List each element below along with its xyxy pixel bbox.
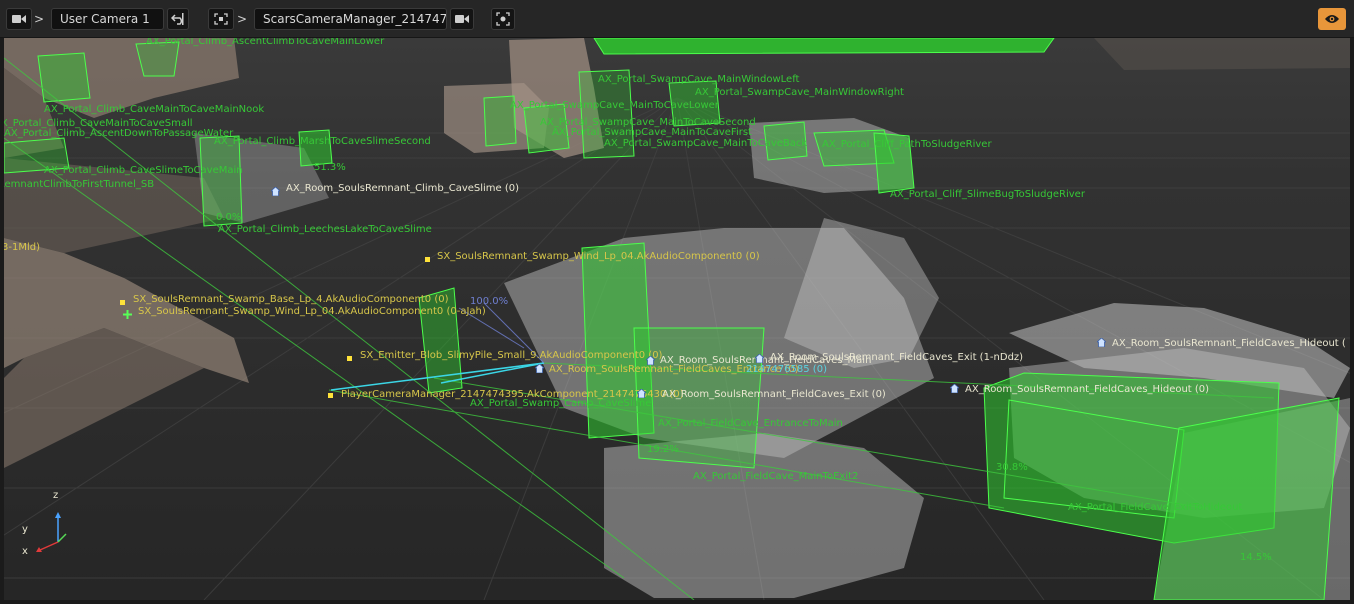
percent-label: 14.5% [1240, 552, 1272, 563]
portal-label: AX_Portal_Cliff_SlimeBugToSludgeRiver [890, 189, 1085, 200]
room-label: AX_Room_SoulsRemnant_FieldCaves_Hideout … [1112, 338, 1346, 349]
viewport-toolbar: > User Camera 1 > ScarsCameraManager_214… [0, 0, 1354, 38]
percent-label: 51.3% [314, 162, 346, 173]
undo-icon [171, 13, 184, 25]
audio-node-icon[interactable] [326, 385, 335, 398]
frame-select-button[interactable] [208, 8, 234, 30]
room-node-icon[interactable] [753, 348, 766, 364]
audio-label: SX_SoulsRemnant_Swamp_Base_Lp_4.AkAudioC… [133, 294, 449, 305]
portal-label: AX_Portal_FieldCave_ExitToHideout [1068, 502, 1243, 513]
axis-z-label: z [53, 490, 59, 501]
room-label: AX_Room_SoulsRemnant_Climb_CaveSlime (0) [286, 183, 520, 194]
side-id-label: 3-1Mld) [4, 242, 40, 253]
camera-select-button[interactable] [6, 8, 32, 30]
chevron-right-icon: > [33, 12, 45, 26]
room-node-icon[interactable] [1095, 332, 1108, 348]
axis-gizmo: z y x [22, 490, 76, 560]
frame-icon [214, 13, 228, 25]
reset-camera-button[interactable] [167, 8, 189, 30]
room-label: AX_Room_SoulsRemnant_FieldCaves_Hideout … [965, 384, 1210, 395]
portal-label: AX_Portal_Climb_AscentDownToPassageWater [4, 128, 234, 139]
room-node-icon[interactable] [948, 378, 961, 394]
audio-label: SX_SoulsRemnant_Swamp_Wind_Lp_04.AkAudio… [437, 251, 760, 262]
portal-label: AX_Portal_Climb_LeechesLakeToCaveSlime [218, 224, 432, 235]
room-node-icon[interactable] [635, 383, 648, 399]
percent-label: 0.0% [216, 212, 242, 223]
audio-label: SX_Emitter_Blob_SlimyPile_Small_9.AkAudi… [360, 350, 663, 361]
portal-label: RemnantClimbToFirstTunnel_SB [4, 179, 155, 190]
portal-label: AX_Portal_Swamp_Camp_CaveSlime [470, 398, 652, 409]
percent-label: 19.2% [647, 444, 679, 455]
chevron-right-icon: > [236, 12, 248, 26]
portal-label: AX_Portal_Climb_CaveMainToCaveMainNook [44, 104, 265, 115]
portal-label: AX_Portal_FieldCave_EntranceToMain [658, 418, 843, 429]
visibility-toggle-button[interactable] [1318, 8, 1346, 30]
focus-icon [496, 12, 510, 26]
camera-manager-field[interactable]: ScarsCameraManager_21474765... [254, 8, 447, 30]
percent-label: 30.8% [996, 462, 1028, 473]
eye-icon [1325, 15, 1339, 23]
room-node-icon[interactable] [269, 181, 282, 197]
percent-label: 100.0% [470, 296, 509, 307]
portal-label: AX_Portal_Climb_AscentClimbToCaveMainLow… [146, 38, 385, 47]
portal-label: AX_Portal_Cliff_PathToSludgeRiver [822, 139, 992, 150]
3d-viewport[interactable]: AX_Portal_Climb_AscentClimbToCaveMainLow… [4, 38, 1350, 600]
audio-node-icon[interactable] [118, 292, 127, 305]
portal-label: AX_Portal_FieldCave_MainToExit2 [693, 471, 859, 482]
portal-label: AX_Portal_SwampCave_MainWindowRight [695, 87, 904, 98]
focus-button[interactable] [491, 8, 515, 30]
room-node-icon[interactable] [644, 350, 657, 366]
audio-node-icon[interactable] [345, 348, 354, 361]
camera-name-field[interactable]: User Camera 1 [51, 8, 164, 30]
id-label: 2147476585 (0) [746, 364, 827, 375]
record-camera-icon [455, 15, 469, 23]
audio-label: SX_SoulsRemnant_Swamp_Wind_Lp_04.AkAudio… [138, 306, 486, 317]
audio-node-icon[interactable] [123, 304, 132, 319]
portal-label: AX_Portal_SwampCave_MainToCaveBack [604, 138, 808, 149]
axis-x-label: x [22, 546, 28, 557]
room-node-icon[interactable] [533, 358, 546, 374]
portal-label: AX_Portal_SwampCave_MainToCaveLower [510, 100, 719, 111]
audio-node-icon[interactable] [423, 249, 432, 262]
video-camera-icon [12, 15, 26, 23]
portal-label: AX_Portal_SwampCave_MainWindowLeft [598, 74, 800, 85]
portal-label: AX_Portal_Climb_CaveSlimeToCaveMain [44, 165, 243, 176]
axis-y-label: y [22, 524, 28, 535]
room-label: AX_Room_SoulsRemnant_FieldCaves_Exit (1-… [770, 352, 1024, 363]
pilot-camera-button[interactable] [450, 8, 474, 30]
portal-label: AX_Portal_Climb_MarshToCaveSlimeSecond [214, 136, 431, 147]
room-label: AX_Room_SoulsRemnant_FieldCaves_Exit (0) [662, 389, 886, 400]
